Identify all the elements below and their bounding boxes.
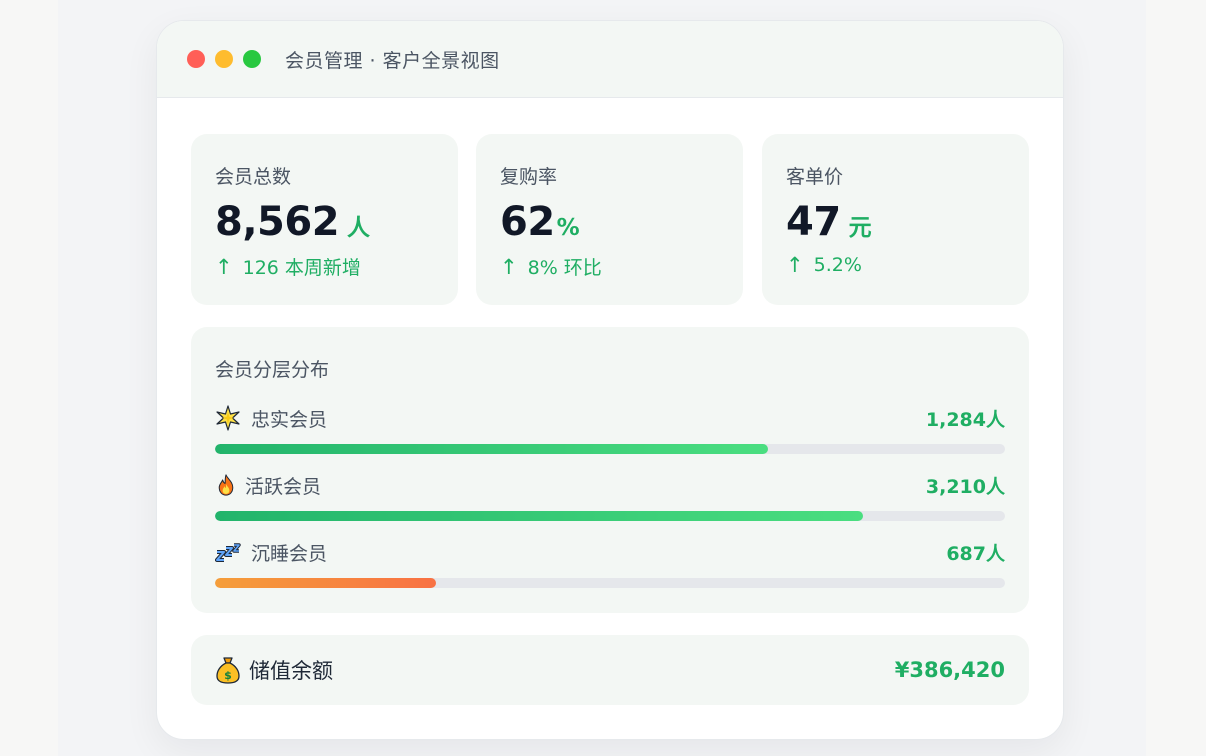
stat-label: 复购率 xyxy=(500,166,558,188)
stat-trend: ↑ 126 本周新增 xyxy=(215,253,434,280)
section-heading: 会员分层分布 xyxy=(215,359,330,381)
tier-progress-track xyxy=(215,511,1005,521)
balance-amount: ¥386,420 xyxy=(894,658,1005,682)
stat-card-total-members: 会员总数 8,562 人 ↑ 126 本周新增 xyxy=(191,134,458,305)
tier-progress-track xyxy=(215,444,1005,454)
tier-row-active: 活跃会员 3,210人 xyxy=(215,472,1005,521)
tier-count: 3,210人 xyxy=(925,475,1005,498)
stat-label: 会员总数 xyxy=(215,166,292,188)
maximize-window-button[interactable] xyxy=(243,50,261,68)
up-arrow-icon: ↑ xyxy=(786,253,804,277)
stat-trend: ↑ 8% 环比 xyxy=(500,253,719,280)
tier-progress-fill xyxy=(215,511,863,521)
stat-trend-text: 126 本周新增 xyxy=(242,257,361,279)
stat-label: 客单价 xyxy=(786,166,844,188)
stat-value: 62 % xyxy=(500,199,719,245)
tier-row-dormant: 沉睡会员 687人 xyxy=(215,539,1005,588)
tier-progress-fill xyxy=(215,444,768,454)
stat-value: 8,562 人 xyxy=(215,199,434,245)
sparkle-star-icon xyxy=(216,405,240,431)
up-arrow-icon: ↑ xyxy=(500,254,518,279)
stat-trend-text: 8% 环比 xyxy=(527,257,602,279)
zzz-sleep-icon xyxy=(215,543,241,562)
fire-icon xyxy=(218,474,234,496)
tier-name: 忠实会员 xyxy=(251,408,328,431)
up-arrow-icon: ↑ xyxy=(215,254,233,279)
svg-text:$: $ xyxy=(224,669,232,682)
tier-count: 687人 xyxy=(946,542,1005,565)
stat-number: 62 xyxy=(500,199,555,245)
stat-unit: 元 xyxy=(848,215,872,241)
tier-row-loyal: 忠实会员 1,284人 xyxy=(215,405,1005,454)
close-window-button[interactable] xyxy=(187,50,205,68)
tier-name: 沉睡会员 xyxy=(251,542,328,565)
money-bag-icon: $ xyxy=(216,657,240,684)
window-title: 会员管理 · 客户全景视图 xyxy=(285,49,500,72)
stored-value-balance: $ 储值余额 ¥386,420 xyxy=(191,635,1029,705)
stat-number: 47 xyxy=(786,199,841,245)
stat-card-repurchase-rate: 复购率 62 % ↑ 8% 环比 xyxy=(476,134,743,305)
member-tier-distribution: 会员分层分布 忠实会员 1,284人 活跃会员 3,210人 沉睡会员 687人 xyxy=(191,327,1029,613)
stat-value: 47 元 xyxy=(786,199,1005,245)
stat-number: 8,562 xyxy=(215,199,340,245)
app-window: 会员管理 · 客户全景视图 会员总数 8,562 人 ↑ 126 本周新增 复购… xyxy=(156,20,1064,740)
stat-unit: % xyxy=(556,215,580,241)
stat-trend-text: 5.2% xyxy=(813,254,862,276)
stat-card-avg-order-value: 客单价 47 元 ↑ 5.2% xyxy=(762,134,1029,305)
balance-label: 储值余额 xyxy=(249,659,333,683)
tier-count: 1,284人 xyxy=(925,408,1005,431)
stat-trend: ↑ 5.2% xyxy=(786,253,1005,277)
tier-progress-track xyxy=(215,578,1005,588)
window-titlebar: 会员管理 · 客户全景视图 xyxy=(157,21,1063,98)
tier-progress-fill xyxy=(215,578,437,588)
minimize-window-button[interactable] xyxy=(215,50,233,68)
tier-name: 活跃会员 xyxy=(245,475,322,498)
stat-unit: 人 xyxy=(347,215,371,241)
